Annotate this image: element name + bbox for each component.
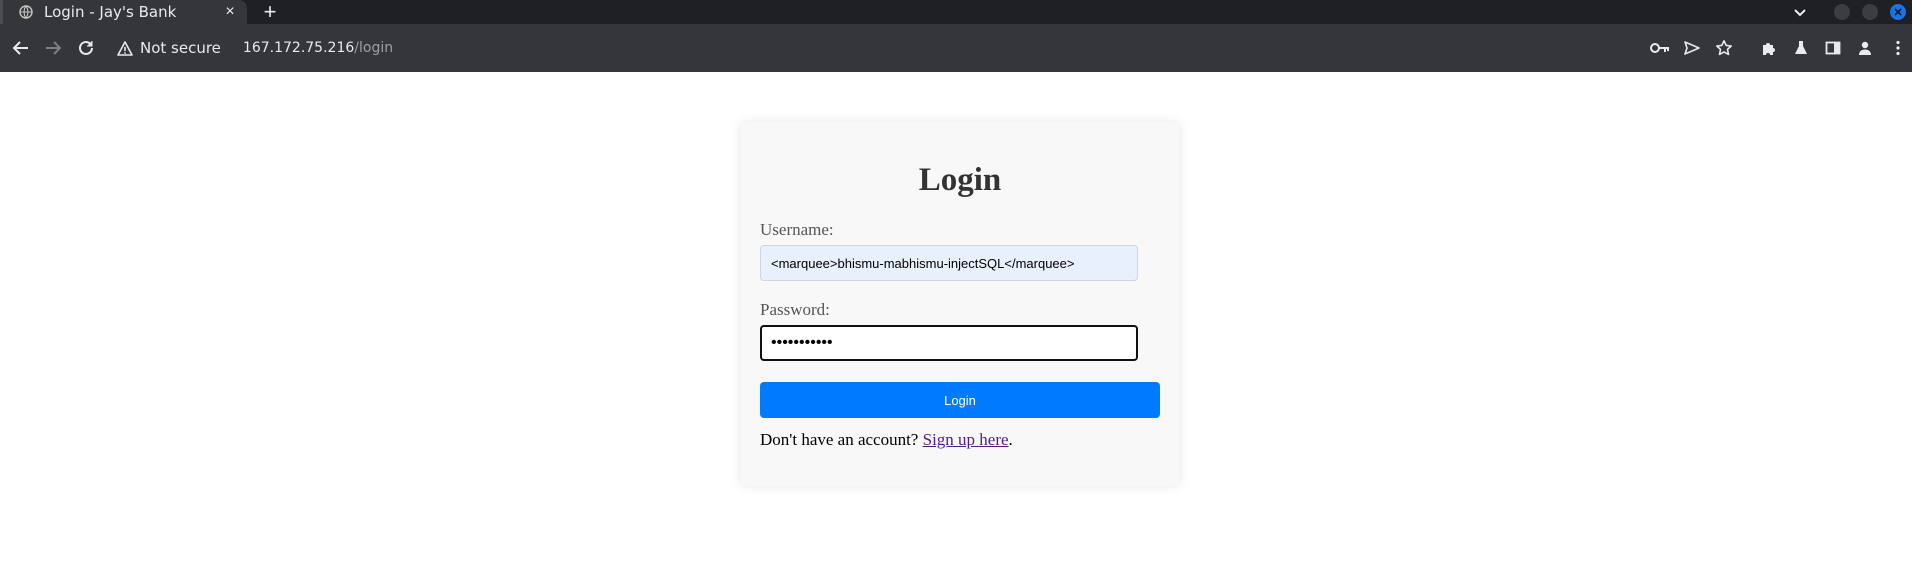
chevron-down-icon[interactable] <box>1792 4 1808 20</box>
password-input[interactable] <box>760 325 1138 361</box>
url-path: /login <box>354 40 394 56</box>
tab-edge <box>0 0 3 24</box>
address-bar[interactable]: Not secure 167.172.75.216/login <box>106 30 1726 66</box>
side-panel-icon[interactable] <box>1822 37 1844 59</box>
close-icon <box>1894 8 1902 16</box>
signup-prompt: Don't have an account? Sign up here. <box>760 430 1013 450</box>
window-close-button[interactable] <box>1890 4 1906 20</box>
reload-icon[interactable] <box>75 37 97 59</box>
login-card: Login Username: Password: Login Don't ha… <box>740 122 1180 486</box>
username-label: Username: <box>760 220 834 239</box>
profile-avatar-icon[interactable] <box>1854 37 1876 59</box>
key-icon[interactable] <box>1649 37 1671 59</box>
send-icon[interactable] <box>1681 37 1703 59</box>
new-tab-button[interactable]: + <box>258 0 282 24</box>
browser-toolbar: Not secure 167.172.75.216/login <box>0 24 1912 72</box>
minimize-button[interactable] <box>1834 4 1850 20</box>
maximize-button[interactable] <box>1862 4 1878 20</box>
warning-triangle-icon[interactable] <box>116 39 134 57</box>
bookmark-star-icon[interactable] <box>1713 37 1735 59</box>
url-host: 167.172.75.216 <box>242 40 355 56</box>
browser-tab-active[interactable]: Login - Jay's Bank × <box>0 0 247 24</box>
signup-suffix: . <box>1008 430 1013 449</box>
signup-link[interactable]: Sign up here <box>923 430 1009 449</box>
tab-title: Login - Jay's Bank <box>44 3 177 21</box>
extensions-puzzle-icon[interactable] <box>1758 37 1780 59</box>
globe-icon <box>18 4 34 20</box>
page-title: Login <box>918 162 1002 198</box>
signup-prompt-text: Don't have an account? <box>760 430 919 449</box>
tab-close-icon[interactable]: × <box>221 3 239 21</box>
tab-strip: Login - Jay's Bank × + <box>0 0 1912 24</box>
password-label: Password: <box>760 300 830 319</box>
labs-flask-icon[interactable] <box>1790 37 1812 59</box>
forward-arrow-icon[interactable] <box>42 37 64 59</box>
back-arrow-icon[interactable] <box>10 37 32 59</box>
menu-kebab-icon[interactable] <box>1887 37 1909 59</box>
security-status[interactable]: Not secure <box>140 39 221 57</box>
login-button[interactable]: Login <box>760 382 1160 418</box>
username-input[interactable] <box>760 245 1138 281</box>
